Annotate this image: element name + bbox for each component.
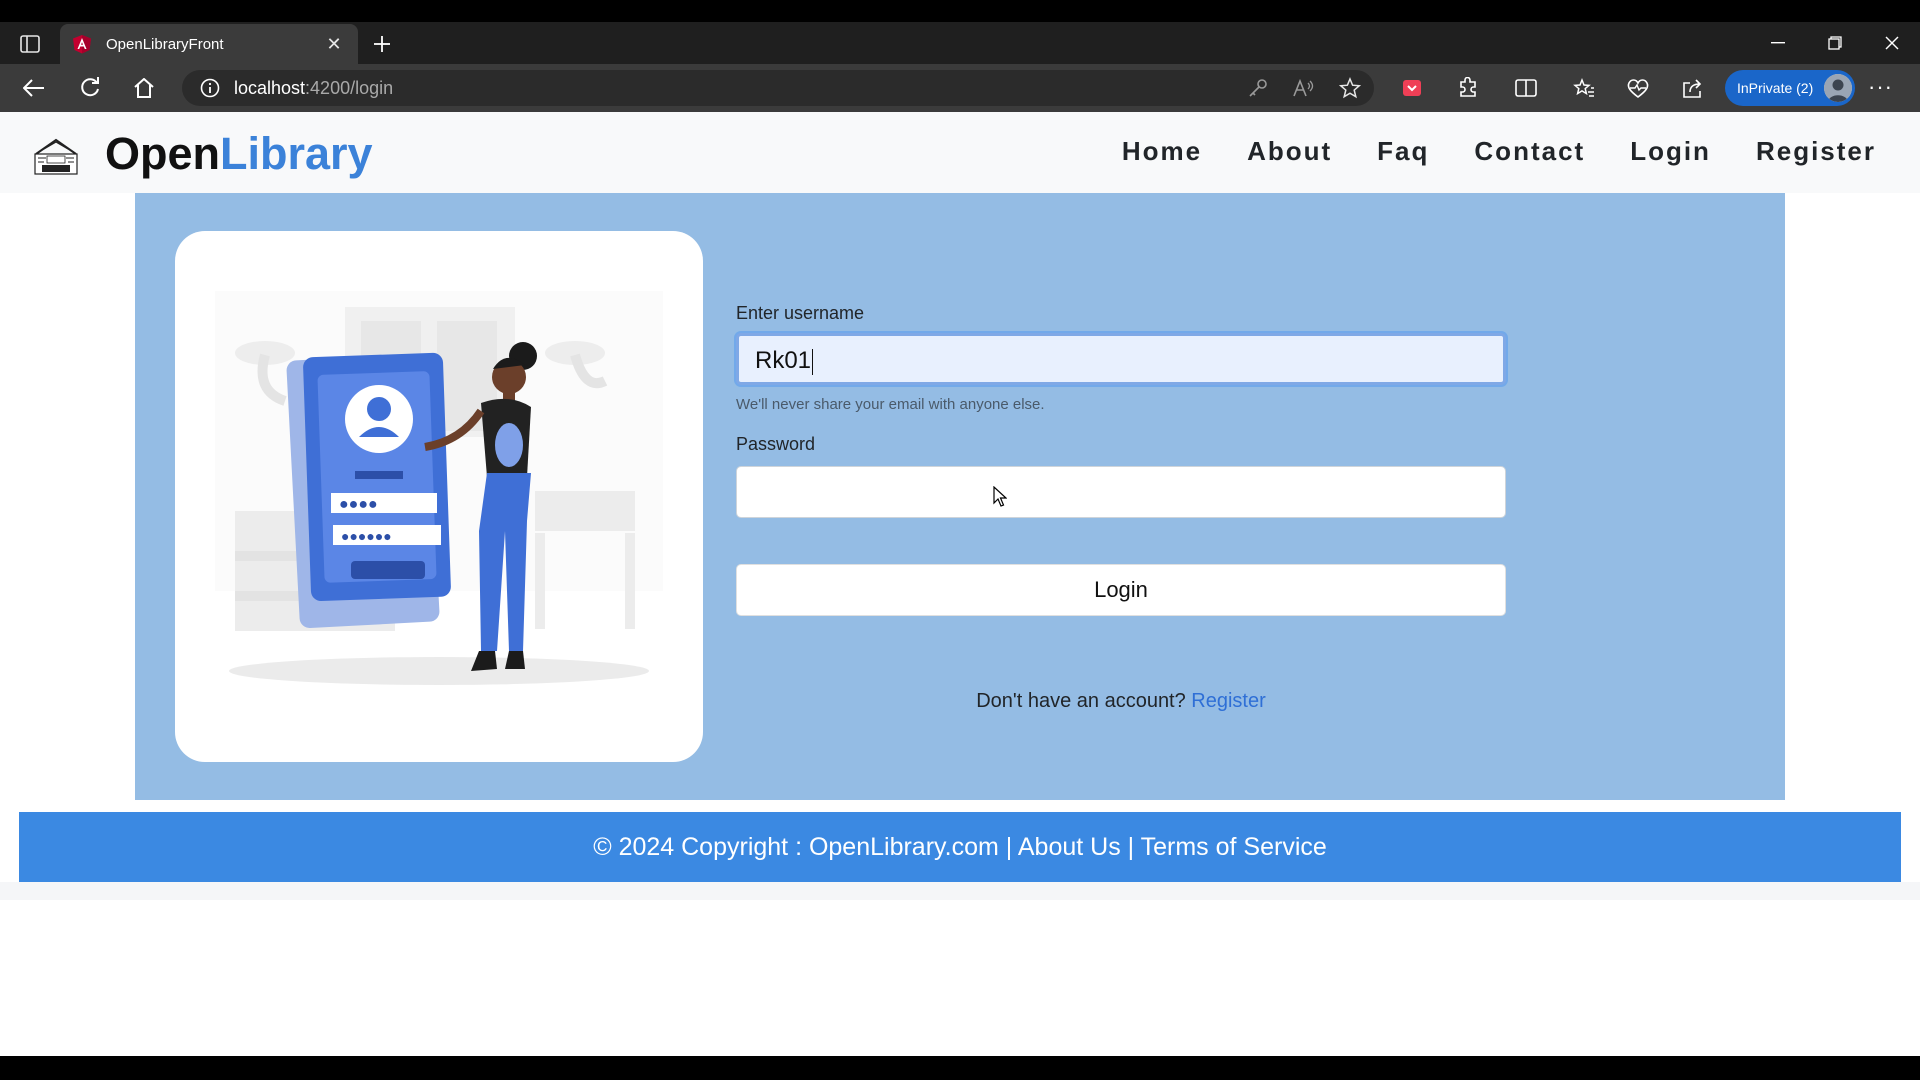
address-bar-actions: [1244, 74, 1364, 102]
refresh-icon[interactable]: [74, 73, 106, 103]
back-icon[interactable]: [18, 73, 50, 103]
star-icon[interactable]: [1336, 74, 1364, 102]
split-screen-icon[interactable]: [1510, 73, 1542, 103]
extensions-icon[interactable]: [1452, 73, 1484, 103]
favorites-icon[interactable]: [1568, 73, 1600, 103]
username-input[interactable]: Rk01: [736, 333, 1506, 385]
home-icon[interactable]: [128, 73, 160, 103]
profile-avatar[interactable]: [1824, 74, 1852, 102]
login-illustration-card: ●●●● ●●●●●●: [175, 231, 703, 762]
share-icon[interactable]: [1677, 73, 1709, 103]
restore-icon[interactable]: [1806, 22, 1863, 64]
password-label: Password: [736, 434, 816, 454]
nav-about[interactable]: About: [1247, 136, 1332, 167]
username-value: Rk01: [755, 347, 812, 374]
register-link[interactable]: Register: [1191, 690, 1265, 712]
browser-tabstrip: OpenLibraryFront ✕: [0, 22, 1920, 64]
url-path: :4200/login: [305, 77, 394, 98]
performance-icon[interactable]: [1622, 73, 1654, 103]
browser-tab-active[interactable]: OpenLibraryFront ✕: [60, 24, 358, 64]
window-controls: [1749, 22, 1920, 64]
minimize-icon[interactable]: [1749, 22, 1806, 64]
login-button[interactable]: Login: [736, 564, 1506, 616]
brand-open: Open: [105, 128, 221, 179]
browser-toolbar: localhost:4200/login InPrivate (2) ···: [0, 64, 1920, 112]
window-close-icon[interactable]: [1863, 22, 1920, 64]
tab-title: OpenLibraryFront: [106, 35, 224, 53]
url-host: localhost: [234, 77, 306, 98]
site-navbar: OpenLibrary Home About Faq Contact Login…: [0, 112, 1920, 193]
more-icon[interactable]: ···: [1868, 74, 1893, 100]
signup-prompt: Don't have an account? Register: [736, 690, 1506, 713]
password-input[interactable]: [736, 466, 1506, 518]
svg-text:●●●●: ●●●●: [339, 496, 378, 513]
nav-home[interactable]: Home: [1122, 136, 1202, 167]
username-label: Enter username: [736, 303, 865, 323]
inprivate-label: InPrivate (2): [1737, 80, 1814, 96]
nav-contact[interactable]: Contact: [1474, 136, 1585, 167]
address-bar[interactable]: localhost:4200/login: [182, 70, 1374, 106]
openlibrary-logo[interactable]: [32, 136, 80, 176]
angular-favicon: [73, 35, 91, 54]
footer-text: © 2024 Copyright : OpenLibrary.com | Abo…: [593, 832, 1327, 861]
signup-text: Don't have an account?: [976, 690, 1192, 712]
info-icon[interactable]: [200, 78, 220, 98]
read-aloud-icon[interactable]: [1290, 74, 1318, 102]
login-section: ●●●● ●●●●●● Enter username Rk01 We'll ne…: [135, 193, 1785, 800]
screen: OpenLibraryFront ✕ localhost:4200/login: [0, 0, 1920, 1080]
text-caret: [812, 348, 814, 375]
mouse-cursor-icon: [993, 486, 1007, 507]
key-icon[interactable]: [1244, 74, 1272, 102]
bottom-bar: [0, 1056, 1920, 1080]
brand-library: Library: [220, 128, 373, 179]
svg-text:●●●●●●: ●●●●●●: [341, 528, 392, 544]
close-icon[interactable]: ✕: [322, 34, 346, 55]
login-illustration: ●●●● ●●●●●●: [215, 291, 663, 685]
plus-icon[interactable]: [368, 30, 396, 58]
nav-faq[interactable]: Faq: [1377, 136, 1429, 167]
nav-links: Home About Faq Contact Login Register: [1122, 136, 1876, 167]
nav-register[interactable]: Register: [1756, 136, 1876, 167]
footer-spacer: [0, 882, 1920, 900]
username-help-text: We'll never share your email with anyone…: [736, 396, 1045, 413]
nav-login[interactable]: Login: [1630, 136, 1711, 167]
web-page: OpenLibrary Home About Faq Contact Login…: [0, 112, 1920, 1056]
tab-actions-icon[interactable]: [14, 31, 46, 57]
site-footer: © 2024 Copyright : OpenLibrary.com | Abo…: [19, 812, 1901, 882]
brand-title[interactable]: OpenLibrary: [105, 128, 373, 180]
inprivate-button[interactable]: InPrivate (2): [1725, 70, 1855, 106]
pocket-icon[interactable]: [1396, 73, 1428, 103]
